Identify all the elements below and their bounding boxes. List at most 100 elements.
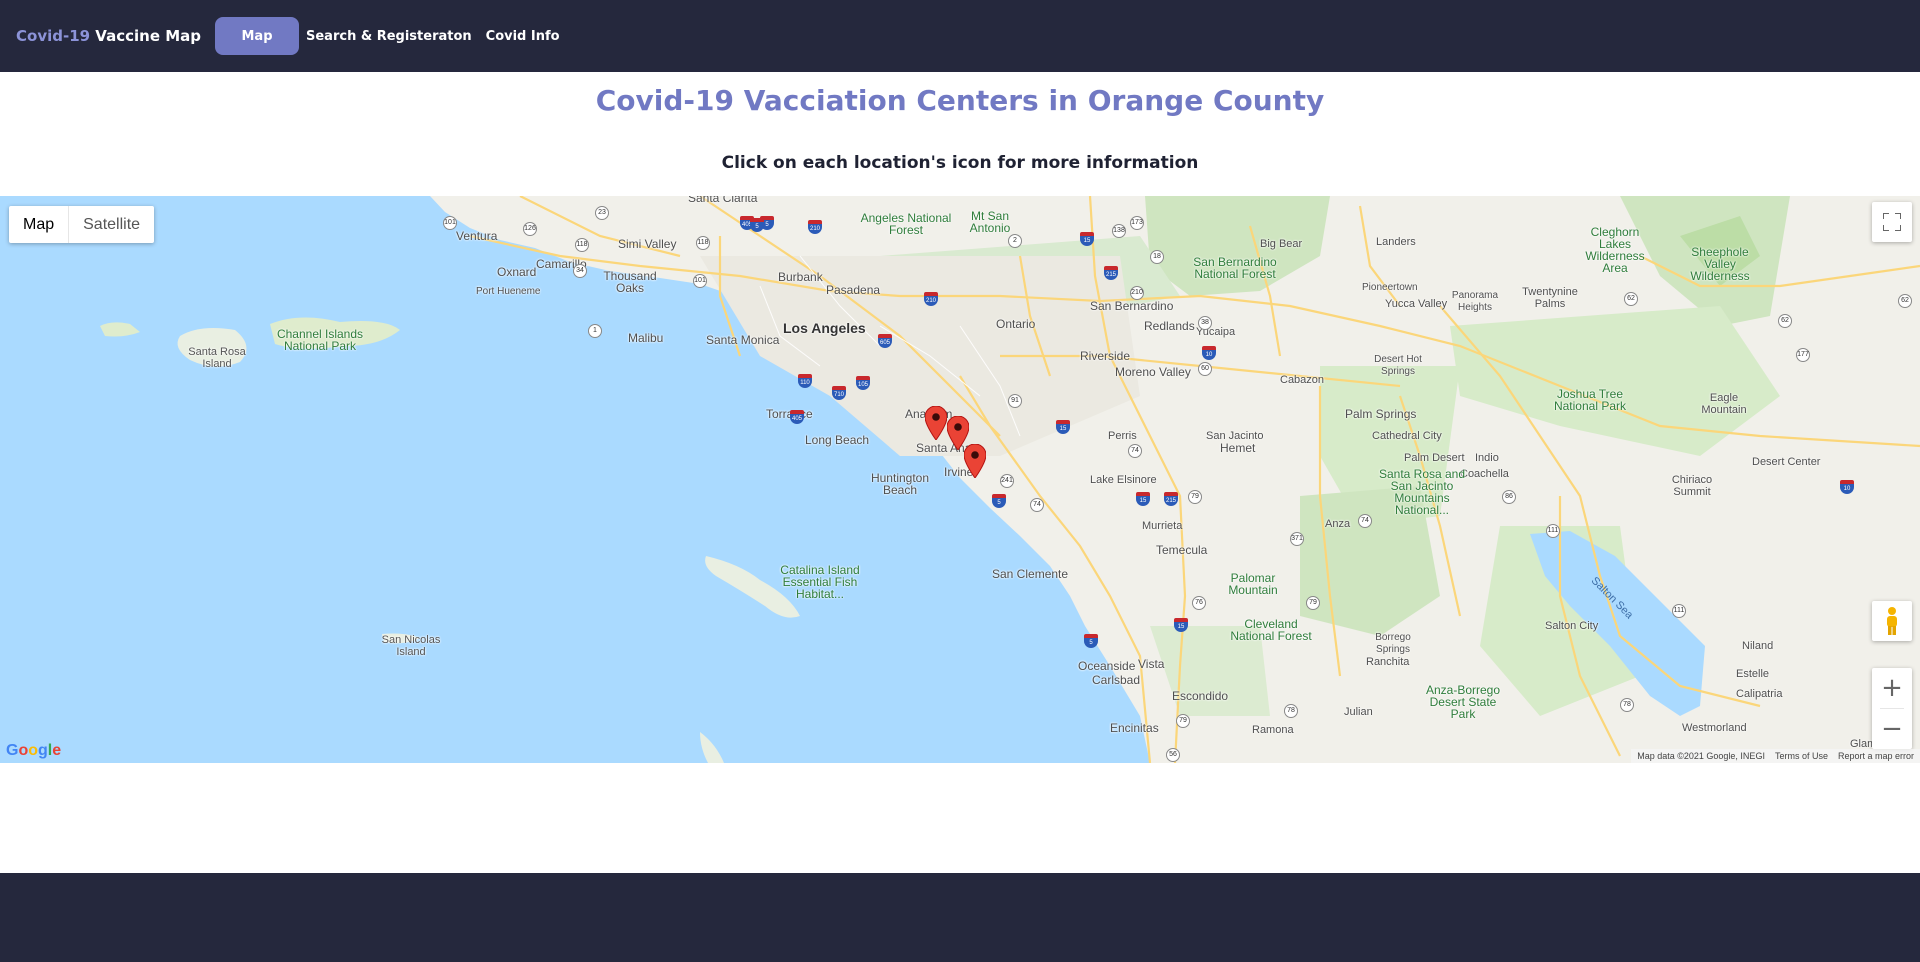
route-shield: 126 <box>523 222 537 236</box>
brand-accent: Covid-19 <box>16 27 91 45</box>
route-shield: 177 <box>1796 348 1810 362</box>
zoom-out-button[interactable]: − <box>1872 709 1912 749</box>
nav-covid-info[interactable]: Covid Info <box>486 29 560 44</box>
label-pasadena: Pasadena <box>826 283 881 297</box>
route-shield: 60 <box>1198 362 1212 376</box>
route-shield: 74 <box>1358 514 1372 528</box>
route-shield: 78 <box>1284 704 1298 718</box>
route-shield: 23 <box>595 206 609 220</box>
route-shield: 86 <box>1502 490 1516 504</box>
interstate-shield: 110 <box>798 374 812 388</box>
label-san-clemente: San Clemente <box>992 567 1069 581</box>
label-catalina: Catalina Island Essential Fish Habitat..… <box>780 563 860 601</box>
label-ranchita: Ranchita <box>1366 656 1410 668</box>
fullscreen-icon <box>1883 213 1901 231</box>
route-shield: 34 <box>573 264 587 278</box>
map-type-satellite-button[interactable]: Satellite <box>69 206 154 243</box>
fullscreen-button[interactable] <box>1872 202 1912 242</box>
label-malibu: Malibu <box>628 331 664 345</box>
route-shield: 173 <box>1130 216 1144 230</box>
route-shield: 74 <box>1030 498 1044 512</box>
interstate-shield: 215 <box>1164 492 1178 506</box>
route-shield: 74 <box>1128 444 1142 458</box>
label-ventura: Ventura <box>456 229 498 243</box>
street-view-pegman-button[interactable] <box>1872 601 1912 641</box>
label-twentynine-palms: Twentynine Palms <box>1522 286 1578 310</box>
label-westmorland: Westmorland <box>1682 722 1747 734</box>
route-shield: 62 <box>1624 292 1638 306</box>
route-shield: 1 <box>588 324 602 338</box>
label-anza: Anza <box>1325 518 1351 530</box>
label-burbank: Burbank <box>778 270 823 284</box>
vaccination-center-marker-1[interactable] <box>925 406 947 440</box>
label-desert-hot-springs: Desert Hot Springs <box>1374 354 1422 377</box>
brand-logo[interactable]: Covid-19 Vaccine Map <box>16 27 201 45</box>
page-title: Covid-19 Vacciation Centers in Orange Co… <box>595 84 1325 117</box>
google-logo[interactable]: Google <box>6 742 61 760</box>
route-shield: 138 <box>1112 224 1126 238</box>
zoom-in-button[interactable]: + <box>1872 668 1912 708</box>
nav-map[interactable]: Map <box>215 17 299 55</box>
label-angeles-nf: Angeles National Forest <box>860 211 952 237</box>
google-map[interactable]: Santa Clarita Ventura Simi Valley Oxnard… <box>0 196 1920 763</box>
label-port-hueneme: Port Hueneme <box>476 286 541 297</box>
map-terrain <box>0 196 1920 763</box>
label-palomar-mountain: Palomar Mountain <box>1228 571 1278 597</box>
label-riverside: Riverside <box>1080 349 1131 363</box>
map-type-map-button[interactable]: Map <box>9 206 70 243</box>
vaccination-center-marker-3[interactable] <box>964 444 986 478</box>
label-big-bear: Big Bear <box>1260 238 1303 250</box>
label-thousand-oaks: Thousand Oaks <box>603 269 657 295</box>
label-escondido: Escondido <box>1172 689 1229 703</box>
route-shield: 79 <box>1306 596 1320 610</box>
label-encinitas: Encinitas <box>1110 721 1159 735</box>
interstate-shield: 15 <box>1136 492 1150 506</box>
label-san-jacinto: San Jacinto <box>1206 430 1264 442</box>
label-joshua-tree: Joshua Tree National Park <box>1553 387 1627 413</box>
label-santa-monica: Santa Monica <box>706 333 780 347</box>
nav-search-registration[interactable]: Search & Registeraton <box>306 29 472 44</box>
route-shield: 101 <box>443 216 457 230</box>
label-estelle: Estelle <box>1736 668 1770 680</box>
interstate-shield: 215 <box>1104 266 1118 280</box>
route-shield: 2 <box>1008 234 1022 248</box>
route-shield: 101 <box>693 274 707 288</box>
label-borrego-springs: Borrego Springs <box>1375 632 1411 655</box>
label-sheephole: Sheephole Valley Wilderness <box>1690 245 1750 283</box>
route-shield: 78 <box>1620 698 1634 712</box>
route-shield: 62 <box>1898 294 1912 308</box>
label-murrieta: Murrieta <box>1142 520 1183 532</box>
interstate-shield: 210 <box>924 292 938 306</box>
route-shield: 241 <box>1000 474 1014 488</box>
label-sb-national-forest: San Bernardino National Forest <box>1193 255 1277 281</box>
label-perris: Perris <box>1108 430 1137 442</box>
route-shield: 118 <box>575 238 589 252</box>
label-pioneertown: Pioneertown <box>1362 282 1418 293</box>
interstate-shield: 210 <box>808 220 822 234</box>
interstate-shield: 105 <box>856 376 870 390</box>
interstate-shield: 605 <box>878 334 892 348</box>
label-yucca-valley: Yucca Valley <box>1385 298 1448 310</box>
label-redlands: Redlands <box>1144 319 1195 333</box>
label-cleveland-nf: Cleveland National Forest <box>1230 617 1312 643</box>
zoom-control: + − <box>1872 668 1912 749</box>
interstate-shield: 5 <box>992 494 1006 508</box>
route-shield: 111 <box>1672 604 1686 618</box>
report-map-error-link[interactable]: Report a map error <box>1838 749 1914 763</box>
label-oceanside: Oceanside <box>1078 659 1136 673</box>
label-moreno-valley: Moreno Valley <box>1115 365 1191 379</box>
label-santa-clarita: Santa Clarita <box>688 196 758 205</box>
label-mt-san-antonio: Mt San Antonio <box>969 209 1011 235</box>
route-shield: 118 <box>696 236 710 250</box>
map-data-credit: Map data ©2021 Google, INEGI <box>1637 751 1765 761</box>
label-ramona: Ramona <box>1252 724 1294 736</box>
terms-of-use-link[interactable]: Terms of Use <box>1775 749 1828 763</box>
footer <box>0 873 1920 962</box>
route-shield: 38 <box>1198 316 1212 330</box>
label-panorama-heights: Panorama Heights <box>1451 290 1499 313</box>
label-oxnard: Oxnard <box>497 265 537 279</box>
label-huntington-beach: Huntington Beach <box>870 471 930 497</box>
label-desert-center: Desert Center <box>1752 456 1821 468</box>
label-vista: Vista <box>1138 657 1165 671</box>
label-cabazon: Cabazon <box>1280 374 1325 386</box>
